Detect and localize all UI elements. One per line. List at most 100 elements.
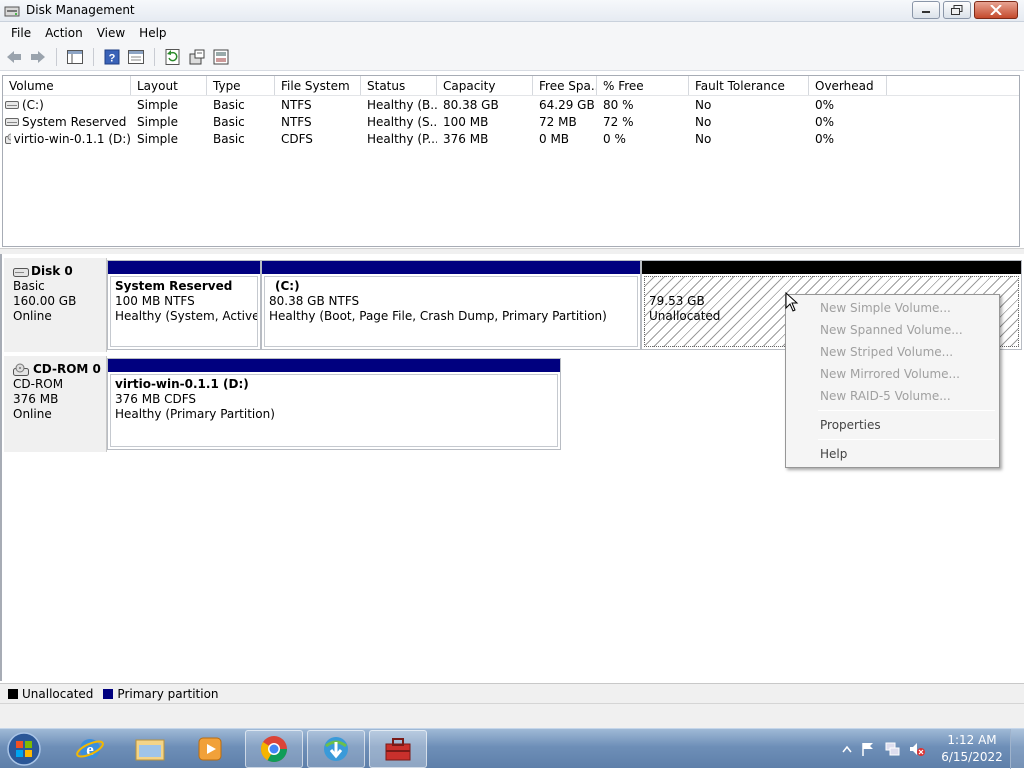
show-hide-button[interactable] [211, 47, 231, 67]
volume-name: (C:) [22, 97, 44, 112]
menu-item-help[interactable]: Help [788, 443, 997, 465]
menu-bar: File Action View Help [0, 22, 1024, 43]
restore-button[interactable] [943, 1, 971, 19]
start-button[interactable] [4, 730, 44, 768]
disk-name: CD-ROM 0 [33, 362, 101, 376]
window-title: Disk Management [26, 3, 135, 17]
disk-name: Disk 0 [31, 264, 73, 278]
menu-file[interactable]: File [4, 26, 38, 40]
volume-free-space: 72 MB [539, 114, 577, 129]
volume-percent-free: 80 % [603, 97, 634, 112]
table-row[interactable]: System Reserved Simple Basic NTFS Health… [3, 113, 1019, 130]
menu-item-new-mirrored-volume[interactable]: New Mirrored Volume... [788, 363, 997, 385]
windows-start-icon [7, 732, 41, 766]
volume-capacity: 376 MB [443, 131, 489, 146]
volume-overhead: 0% [815, 97, 835, 112]
media-player-icon [198, 737, 222, 761]
show-desktop-button[interactable] [1010, 729, 1024, 769]
action-center-flag-icon[interactable] [860, 741, 876, 757]
properties-icon [128, 49, 144, 64]
volume-status: Healthy (P... [367, 131, 437, 146]
unallocated-bar [642, 261, 1021, 274]
menu-separator [818, 410, 995, 411]
primary-partition-bar [262, 261, 640, 274]
taskbar-internet-download-manager[interactable] [307, 730, 365, 768]
menu-action[interactable]: Action [38, 26, 90, 40]
primary-partition-bar [108, 261, 260, 274]
volume-fault-tolerance: No [695, 97, 712, 112]
primary-swatch [103, 688, 114, 699]
taskbar-disk-management[interactable] [369, 730, 427, 768]
help-icon: ? [104, 49, 120, 64]
taskbar-internet-explorer[interactable]: e [61, 730, 119, 768]
volume-fault-tolerance: No [695, 114, 712, 129]
volume-list-header: Volume Layout Type File System Status Ca… [3, 76, 1019, 96]
taskbar-chrome[interactable] [245, 730, 303, 768]
column-header-overhead[interactable]: Overhead [809, 76, 887, 95]
volume-list[interactable]: Volume Layout Type File System Status Ca… [2, 75, 1020, 247]
properties-button[interactable] [126, 47, 146, 67]
volume-file-system: NTFS [281, 97, 312, 112]
volume-file-system: NTFS [281, 114, 312, 129]
menu-item-new-striped-volume[interactable]: New Striped Volume... [788, 341, 997, 363]
menu-help[interactable]: Help [132, 26, 173, 40]
restore-icon [951, 5, 963, 15]
menu-item-new-spanned-volume[interactable]: New Spanned Volume... [788, 319, 997, 341]
mouse-cursor-icon [785, 292, 799, 312]
disk-status: Online [13, 407, 52, 421]
system-tray: 1:12 AM 6/15/2022 [842, 729, 1024, 769]
volume-type: Basic [213, 131, 245, 146]
partition-system-reserved[interactable]: System Reserved 100 MB NTFS Healthy (Sys… [107, 260, 261, 350]
table-row[interactable]: virtio-win-0.1.1 (D:) Simple Basic CDFS … [3, 130, 1019, 147]
menu-item-new-simple-volume[interactable]: New Simple Volume... [788, 297, 997, 319]
column-header-type[interactable]: Type [207, 76, 275, 95]
unallocated-swatch [8, 688, 18, 699]
column-header-capacity[interactable]: Capacity [437, 76, 533, 95]
volume-layout: Simple [137, 131, 178, 146]
toolbox-app-icon [385, 738, 411, 761]
volume-capacity: 100 MB [443, 114, 489, 129]
legend-unallocated: Unallocated [22, 686, 94, 701]
table-row[interactable]: (C:) Simple Basic NTFS Healthy (B... 80.… [3, 96, 1019, 113]
volume-percent-free: 0 % [603, 131, 626, 146]
close-button[interactable] [974, 1, 1018, 19]
menu-item-new-raid5-volume[interactable]: New RAID-5 Volume... [788, 385, 997, 407]
context-menu: New Simple Volume... New Spanned Volume.… [785, 294, 1000, 468]
cdrom-0-label[interactable]: CD-ROM 0 CD-ROM 376 MB Online [4, 356, 107, 452]
column-header-free-space[interactable]: Free Spa... [533, 76, 597, 95]
taskbar-file-explorer[interactable] [121, 730, 179, 768]
taskbar-media-player[interactable] [181, 730, 239, 768]
volume-free-space: 0 MB [539, 131, 570, 146]
column-header-layout[interactable]: Layout [131, 76, 207, 95]
volume-overhead: 0% [815, 131, 835, 146]
forward-button[interactable] [28, 47, 48, 67]
column-header-file-system[interactable]: File System [275, 76, 361, 95]
clock-date: 6/15/2022 [941, 750, 1003, 764]
disk-0-label[interactable]: Disk 0 Basic 160.00 GB Online [4, 258, 107, 352]
help-button[interactable]: ? [102, 47, 122, 67]
console-tree-button[interactable] [65, 47, 85, 67]
clock[interactable]: 1:12 AM 6/15/2022 [934, 732, 1010, 766]
partition-c[interactable]: (C:) 80.38 GB NTFS Healthy (Boot, Page F… [261, 260, 641, 350]
volume-muted-icon[interactable] [908, 741, 926, 757]
menu-view[interactable]: View [90, 26, 132, 40]
menu-item-properties[interactable]: Properties [788, 414, 997, 436]
back-button[interactable] [4, 47, 24, 67]
column-header-fault-tolerance[interactable]: Fault Tolerance [689, 76, 809, 95]
cd-rom-icon [13, 363, 29, 376]
title-bar: Disk Management [0, 0, 1024, 22]
drive-icon [5, 100, 19, 109]
column-header-percent-free[interactable]: % Free [597, 76, 689, 95]
partition-d[interactable]: virtio-win-0.1.1 (D:) 376 MB CDFS Health… [107, 358, 561, 450]
refresh-button[interactable] [163, 47, 183, 67]
column-header-status[interactable]: Status [361, 76, 437, 95]
refresh-icon [165, 48, 180, 65]
network-icon[interactable] [884, 741, 900, 757]
show-hidden-icons-icon[interactable] [842, 745, 852, 753]
minimize-button[interactable] [912, 1, 940, 19]
rescan-disks-button[interactable] [187, 47, 207, 67]
console-tree-icon [67, 49, 83, 64]
column-header-volume[interactable]: Volume [3, 76, 131, 95]
volume-fault-tolerance: No [695, 131, 712, 146]
volume-file-system: CDFS [281, 131, 313, 146]
